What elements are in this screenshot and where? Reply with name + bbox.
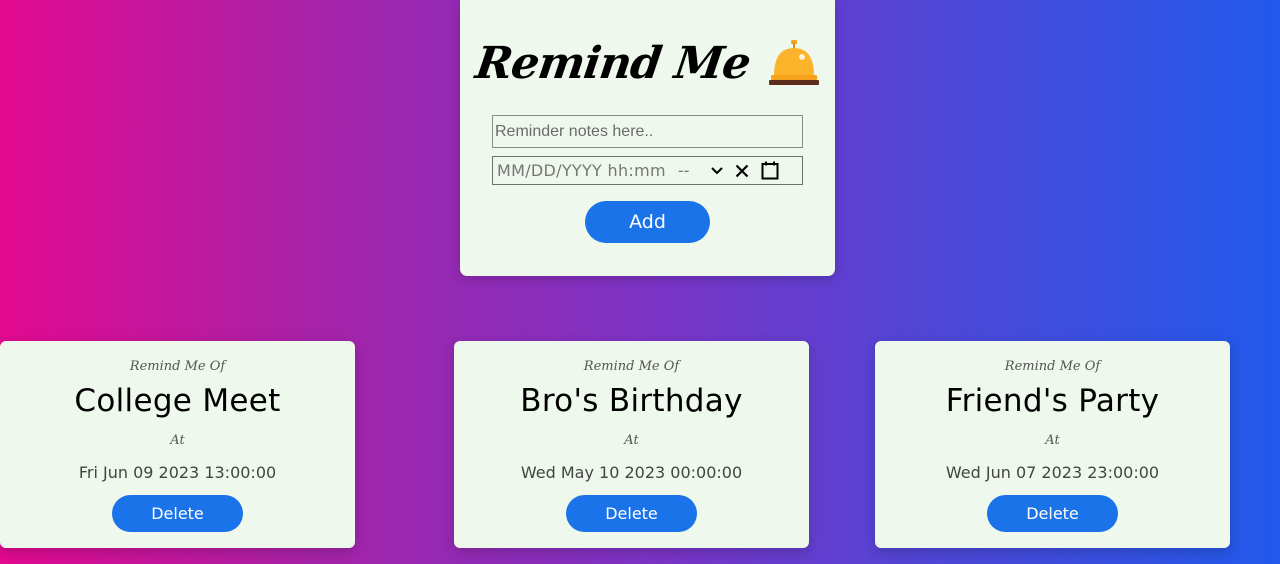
form-header: Remind Me	[460, 30, 835, 96]
service-bell-icon	[769, 40, 820, 85]
reminder-notes-input[interactable]	[492, 115, 803, 148]
chevron-down-icon[interactable]	[711, 166, 724, 175]
delete-button[interactable]: Delete	[566, 495, 697, 532]
reminder-form-card: Remind Me MM/DD/YYYY hh:mm -- Add	[460, 0, 835, 276]
datetime-input[interactable]: MM/DD/YYYY hh:mm --	[492, 156, 803, 185]
calendar-icon[interactable]	[761, 161, 779, 180]
reminder-at-label: At	[624, 433, 639, 448]
app-title: Remind Me	[472, 37, 753, 89]
reminder-caption: Remind Me Of	[1004, 359, 1101, 374]
reminder-caption: Remind Me Of	[129, 359, 226, 374]
datetime-placeholder: MM/DD/YYYY hh:mm	[497, 161, 666, 180]
add-button[interactable]: Add	[585, 201, 710, 243]
reminder-datetime: Wed May 10 2023 00:00:00	[520, 463, 743, 482]
reminder-at-label: At	[1045, 433, 1060, 448]
reminder-title: Friend's Party	[945, 383, 1160, 419]
delete-button[interactable]: Delete	[987, 495, 1118, 532]
reminder-card: Remind Me Of Friend's Party At Wed Jun 0…	[875, 341, 1230, 548]
close-icon[interactable]	[735, 164, 749, 178]
delete-button[interactable]: Delete	[112, 495, 243, 532]
ampm-placeholder: --	[677, 161, 690, 180]
reminder-title: Bro's Birthday	[520, 383, 743, 419]
reminder-card: Remind Me Of College Meet At Fri Jun 09 …	[0, 341, 355, 548]
reminder-datetime: Fri Jun 09 2023 13:00:00	[78, 463, 277, 482]
reminder-card: Remind Me Of Bro's Birthday At Wed May 1…	[454, 341, 809, 548]
reminder-title: College Meet	[74, 383, 281, 419]
reminder-caption: Remind Me Of	[583, 359, 680, 374]
reminder-datetime: Wed Jun 07 2023 23:00:00	[945, 463, 1160, 482]
reminder-at-label: At	[170, 433, 185, 448]
